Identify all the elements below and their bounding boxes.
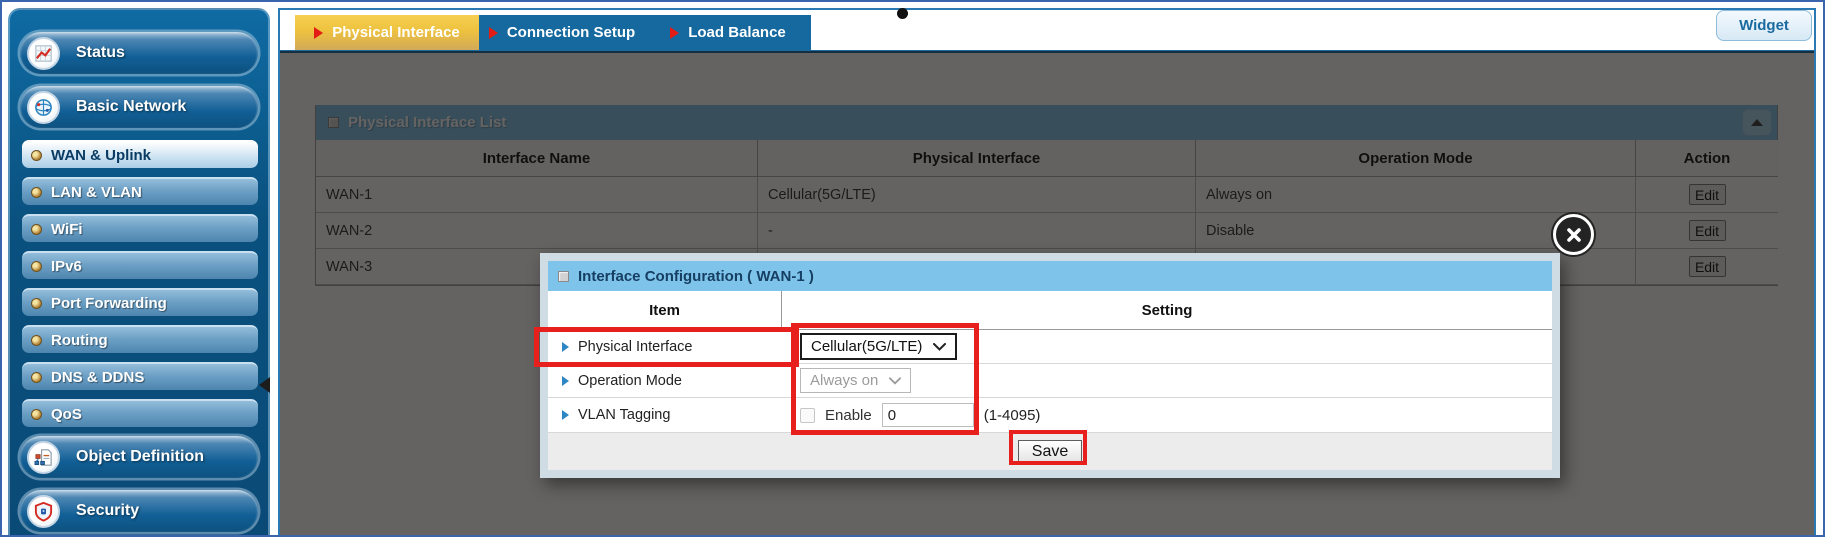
panel-square-icon (558, 271, 569, 282)
bullet-icon (31, 224, 42, 235)
select-value: Cellular(5G/LTE) (811, 338, 922, 355)
blue-arrow-icon (562, 410, 569, 420)
red-arrow-icon (670, 27, 679, 39)
sidebar-item-label: WiFi (51, 221, 83, 238)
sidebar-item-qos[interactable]: QoS (22, 399, 258, 427)
sidebar-item-label: Status (76, 44, 125, 62)
sidebar-item-label: Basic Network (76, 98, 186, 116)
operation-mode-setting: Always on (782, 364, 1552, 398)
vlan-tagging-label: VLAN Tagging (548, 398, 782, 433)
sidebar-item-status[interactable]: Status (20, 32, 258, 74)
modal-inner: Interface Configuration ( WAN-1 ) Item S… (548, 261, 1552, 470)
red-arrow-icon (489, 27, 498, 39)
enable-label: Enable (825, 407, 872, 424)
sidebar-collapse-arrow-icon[interactable] (259, 377, 270, 393)
line-chart-icon (27, 37, 60, 70)
tab-physical-interface[interactable]: Physical Interface (295, 15, 479, 50)
sidebar-item-label: DNS & DDNS (51, 369, 144, 386)
modal-title: Interface Configuration ( WAN-1 ) (578, 268, 814, 285)
tab-group: Connection Setup Load Balance (479, 15, 811, 50)
modal-close-button[interactable] (1553, 214, 1594, 255)
row-label-text: Operation Mode (578, 373, 682, 389)
sidebar-item-wifi[interactable]: WiFi (22, 214, 258, 242)
vlan-id-input[interactable] (882, 403, 974, 427)
chevron-down-icon (889, 377, 901, 385)
tab-label: Physical Interface (332, 24, 460, 41)
close-icon (1565, 226, 1583, 244)
sidebar-item-ipv6[interactable]: IPv6 (22, 251, 258, 279)
vlan-range-hint: (1-4095) (984, 407, 1041, 424)
bullet-icon (31, 261, 42, 272)
sidebar-item-dns-ddns[interactable]: DNS & DDNS (22, 362, 258, 390)
sidebar-item-security[interactable]: Security (20, 490, 258, 532)
vlan-enable-checkbox[interactable] (800, 408, 815, 423)
row-label-text: VLAN Tagging (578, 407, 670, 423)
modal-form: Item Setting Physical Interface Cellular… (548, 291, 1552, 470)
operation-mode-label: Operation Mode (548, 364, 782, 398)
physical-interface-select[interactable]: Cellular(5G/LTE) (800, 333, 957, 360)
modal-column-setting: Setting (782, 291, 1552, 330)
tab-bar: Physical Interface Connection Setup Load… (295, 15, 811, 50)
blue-arrow-icon (562, 342, 569, 352)
sidebar-item-label: Security (76, 502, 139, 520)
select-value: Always on (810, 372, 878, 389)
bullet-icon (31, 335, 42, 346)
sidebar-item-label: LAN & VLAN (51, 184, 142, 201)
widget-button[interactable]: Widget (1716, 10, 1812, 41)
sidebar-item-label: QoS (51, 406, 82, 423)
shield-icon (27, 495, 60, 528)
operation-mode-select[interactable]: Always on (800, 368, 911, 393)
modal-column-item: Item (548, 291, 782, 330)
modal-footer: Save (548, 433, 1552, 470)
physical-interface-setting: Cellular(5G/LTE) (782, 330, 1552, 364)
tab-load-balance[interactable]: Load Balance (645, 15, 811, 50)
sidebar: Status Basic Network WAN & Uplink LAN & … (8, 8, 270, 537)
bullet-icon (31, 150, 42, 161)
sidebar-item-lan-vlan[interactable]: LAN & VLAN (22, 177, 258, 205)
org-chart-icon (27, 441, 60, 474)
bullet-icon (31, 187, 42, 198)
sidebar-item-object-definition[interactable]: Object Definition (20, 436, 258, 478)
tab-label: Load Balance (688, 24, 786, 41)
router-admin-page: Physical Interface Connection Setup Load… (0, 0, 1825, 537)
tab-label: Connection Setup (507, 24, 635, 41)
sidebar-item-label: Object Definition (76, 448, 204, 466)
row-label-text: Physical Interface (578, 339, 692, 355)
bullet-icon (31, 372, 42, 383)
bullet-icon (31, 409, 42, 420)
save-button[interactable]: Save (1018, 440, 1082, 464)
cursor-dot (897, 8, 908, 19)
vlan-tagging-setting: Enable (1-4095) (782, 398, 1552, 433)
globe-network-icon (27, 91, 60, 124)
sidebar-item-label: Port Forwarding (51, 295, 167, 312)
sidebar-item-label: IPv6 (51, 258, 82, 275)
tab-connection-setup[interactable]: Connection Setup (479, 15, 645, 50)
red-arrow-icon (314, 27, 323, 39)
bullet-icon (31, 298, 42, 309)
sidebar-item-label: WAN & Uplink (51, 147, 151, 164)
chevron-down-icon (933, 343, 946, 351)
physical-interface-label: Physical Interface (548, 330, 782, 364)
sidebar-item-basic-network[interactable]: Basic Network (20, 86, 258, 128)
modal-title-bar: Interface Configuration ( WAN-1 ) (548, 261, 1552, 291)
sidebar-item-wan-uplink[interactable]: WAN & Uplink (22, 140, 258, 168)
sidebar-item-port-forwarding[interactable]: Port Forwarding (22, 288, 258, 316)
sidebar-item-label: Routing (51, 332, 108, 349)
blue-arrow-icon (562, 376, 569, 386)
interface-configuration-modal: Interface Configuration ( WAN-1 ) Item S… (540, 253, 1560, 478)
sidebar-item-routing[interactable]: Routing (22, 325, 258, 353)
